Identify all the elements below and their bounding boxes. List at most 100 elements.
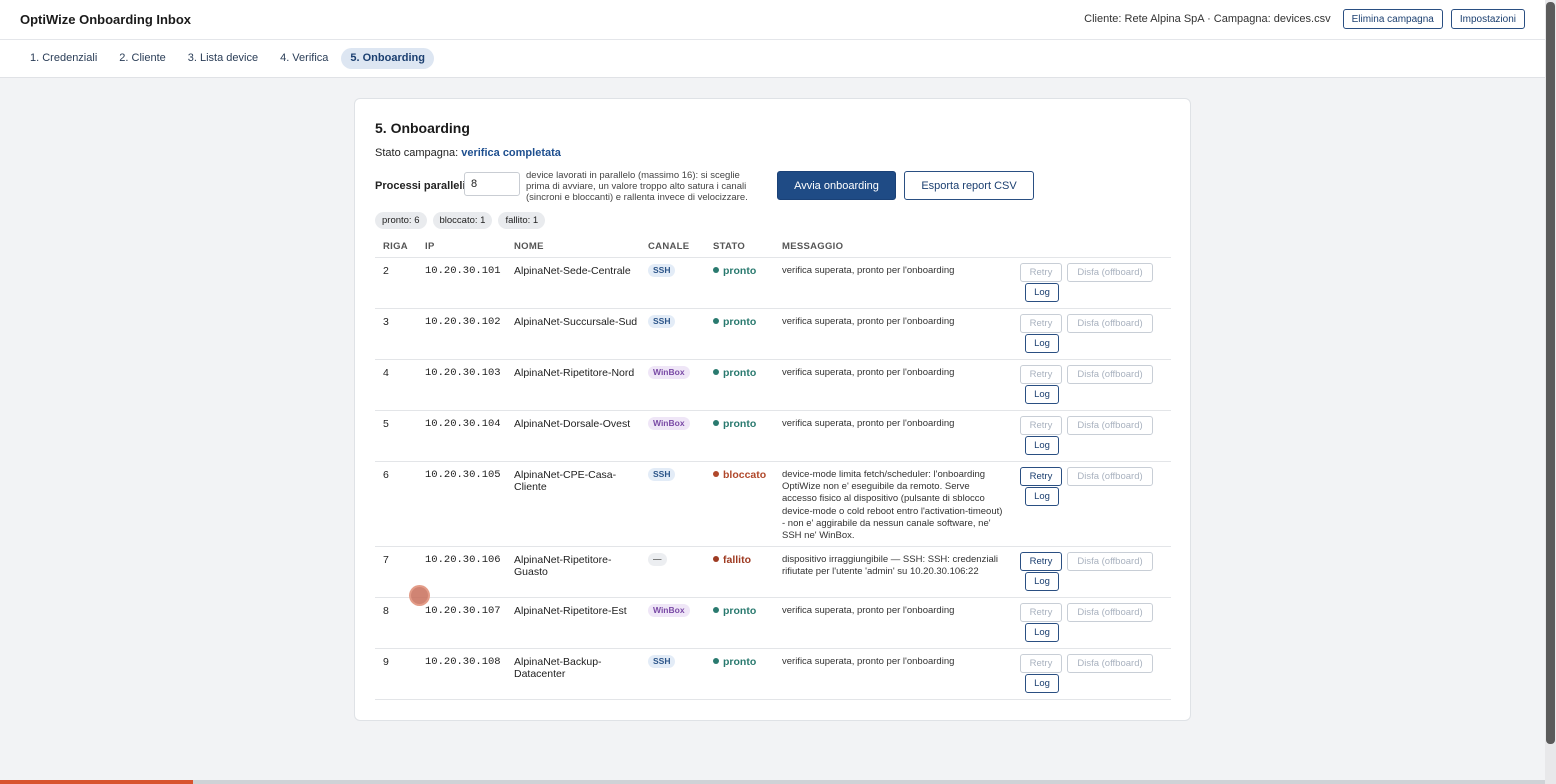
retry-button[interactable]: Retry	[1020, 416, 1062, 435]
table-row: 9 10.20.30.108 AlpinaNet-Backup-Datacenter…	[375, 649, 1171, 700]
status-chip: pronto: 6	[375, 212, 427, 229]
header-stato: STATO	[713, 241, 746, 252]
parallel-processes-hint: device lavorati in parallelo (massimo 16…	[526, 170, 748, 203]
row-status: pronto	[713, 265, 756, 277]
campaign-state-value: verifica completata	[461, 147, 561, 159]
row-number: 6	[383, 469, 389, 481]
row-device-name: AlpinaNet-Sede-Centrale	[514, 265, 631, 277]
row-channel: SSH	[648, 655, 676, 668]
row-message: dispositivo irraggiungibile — SSH: SSH: …	[782, 554, 998, 578]
table-row: 6 10.20.30.105 AlpinaNet-CPE-Casa-Cliente S…	[375, 462, 1171, 547]
tab-2[interactable]: 2. Cliente	[110, 48, 174, 69]
row-message: verifica superata, pronto per l'onboardi…	[782, 367, 955, 378]
row-status: fallito	[713, 554, 751, 566]
status-text: bloccato	[723, 469, 767, 481]
export-csv-button[interactable]: Esporta report CSV	[904, 171, 1034, 200]
status-text: pronto	[723, 605, 757, 617]
row-channel: WinBox	[648, 366, 690, 379]
offboard-button[interactable]: Disfa (offboard)	[1067, 314, 1153, 333]
vertical-scrollbar[interactable]	[1545, 0, 1556, 784]
status-text: pronto	[723, 418, 757, 430]
log-button[interactable]: Log	[1025, 334, 1059, 353]
row-status: pronto	[713, 656, 756, 668]
row-ip: 10.20.30.104	[425, 418, 501, 430]
status-dot-icon	[713, 607, 719, 614]
parallel-processes-label: Processi paralleli	[375, 180, 466, 192]
retry-button[interactable]: Retry	[1020, 654, 1062, 673]
table-row: 8 10.20.30.107 AlpinaNet-Ripetitore-Est Win…	[375, 598, 1171, 649]
status-summary-chips: pronto: 6 bloccato: 1 fallito: 1	[375, 212, 546, 229]
log-button[interactable]: Log	[1025, 283, 1059, 302]
tab-5[interactable]: 5. Onboarding	[341, 48, 434, 69]
status-chip: bloccato: 1	[432, 212, 493, 229]
client-campaign-info: Cliente: Rete Alpina SpA · Campagna: dev…	[1084, 13, 1331, 25]
offboard-button[interactable]: Disfa (offboard)	[1067, 552, 1153, 571]
tab-1[interactable]: 1. Credenziali	[21, 48, 106, 69]
log-button[interactable]: Log	[1025, 487, 1059, 506]
log-button[interactable]: Log	[1025, 572, 1059, 591]
row-status: bloccato	[713, 469, 766, 481]
row-device-name: AlpinaNet-Succursale-Sud	[514, 316, 638, 328]
card-title: 5. Onboarding	[375, 120, 470, 136]
header-messaggio: MESSAGGIO	[782, 241, 844, 252]
tab-4[interactable]: 4. Verifica	[271, 48, 337, 69]
status-dot-icon	[713, 369, 719, 376]
log-button[interactable]: Log	[1025, 623, 1059, 642]
offboard-button[interactable]: Disfa (offboard)	[1067, 365, 1153, 384]
offboard-button[interactable]: Disfa (offboard)	[1067, 416, 1153, 435]
row-ip: 10.20.30.102	[425, 316, 501, 328]
row-number: 3	[383, 316, 389, 328]
row-ip: 10.20.30.106	[425, 554, 501, 566]
status-dot-icon	[713, 420, 719, 427]
table-row: 4 10.20.30.103 AlpinaNet-Ripetitore-Nord Wi…	[375, 360, 1171, 411]
row-status: pronto	[713, 367, 756, 379]
header-nome: NOME	[514, 241, 544, 252]
campaign-state: Stato campagna: verifica completata	[375, 147, 561, 159]
header-actions: Cliente: Rete Alpina SpA · Campagna: dev…	[1084, 9, 1525, 29]
row-device-name: AlpinaNet-CPE-Casa-Cliente	[514, 469, 617, 493]
scrollbar-thumb[interactable]	[1546, 2, 1555, 744]
offboard-button[interactable]: Disfa (offboard)	[1067, 654, 1153, 673]
log-button[interactable]: Log	[1025, 674, 1059, 693]
retry-button[interactable]: Retry	[1020, 467, 1062, 486]
onboarding-card: 5. Onboarding Stato campagna: verifica c…	[354, 98, 1191, 721]
row-number: 5	[383, 418, 389, 430]
row-device-name: AlpinaNet-Backup-Datacenter	[514, 656, 602, 680]
channel-badge: WinBox	[648, 604, 690, 617]
row-message: verifica superata, pronto per l'onboardi…	[782, 418, 955, 429]
retry-button[interactable]: Retry	[1020, 314, 1062, 333]
parallel-processes-row: Processi paralleli device lavorati in pa…	[375, 170, 1175, 203]
table-row: 7 10.20.30.106 AlpinaNet-Ripetitore-Guasto…	[375, 547, 1171, 598]
status-text: pronto	[723, 265, 757, 277]
header-canale: CANALE	[648, 241, 690, 252]
tab-3[interactable]: 3. Lista device	[179, 48, 267, 69]
channel-badge: WinBox	[648, 366, 690, 379]
offboard-button[interactable]: Disfa (offboard)	[1067, 263, 1153, 282]
header-ip: IP	[425, 241, 435, 252]
offboard-button[interactable]: Disfa (offboard)	[1067, 467, 1153, 486]
retry-button[interactable]: Retry	[1020, 552, 1062, 571]
retry-button[interactable]: Retry	[1020, 603, 1062, 622]
row-channel: SSH	[648, 264, 676, 277]
channel-badge: SSH	[648, 264, 676, 277]
retry-button[interactable]: Retry	[1020, 365, 1062, 384]
row-ip: 10.20.30.107	[425, 605, 501, 617]
table-row: 5 10.20.30.104 AlpinaNet-Dorsale-Ovest WinB…	[375, 411, 1171, 462]
row-status: pronto	[713, 605, 756, 617]
parallel-processes-input[interactable]	[464, 172, 520, 196]
delete-campaign-button[interactable]: Elimina campagna	[1342, 9, 1443, 29]
devices-table: RIGA IP NOME CANALE STATO MESSAGGIO 2 10.…	[375, 239, 1171, 700]
start-onboarding-button[interactable]: Avvia onboarding	[777, 171, 896, 200]
offboard-button[interactable]: Disfa (offboard)	[1067, 603, 1153, 622]
status-dot-icon	[713, 267, 719, 274]
channel-badge: WinBox	[648, 417, 690, 430]
log-button[interactable]: Log	[1025, 385, 1059, 404]
status-text: pronto	[723, 367, 757, 379]
row-number: 9	[383, 656, 389, 668]
log-button[interactable]: Log	[1025, 436, 1059, 455]
status-dot-icon	[713, 658, 719, 665]
row-ip: 10.20.30.108	[425, 656, 501, 668]
retry-button[interactable]: Retry	[1020, 263, 1062, 282]
settings-button[interactable]: Impostazioni	[1450, 9, 1525, 29]
row-device-name: AlpinaNet-Dorsale-Ovest	[514, 418, 631, 430]
